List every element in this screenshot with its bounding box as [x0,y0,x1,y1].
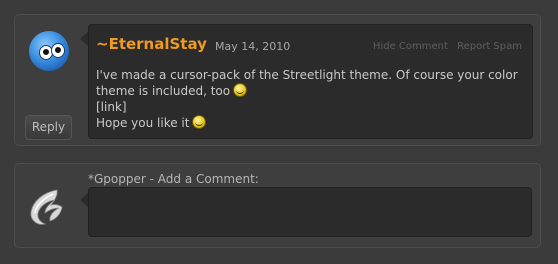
report-spam-link[interactable]: Report Spam [457,41,522,52]
user-avatar[interactable] [25,27,75,77]
comment-bubble: ~EternalStay May 14, 2010 Hide Comment R… [88,24,533,139]
add-comment-title: *Gpopper - Add a Comment: [88,172,259,186]
avatar-body [29,31,69,71]
comment-input[interactable] [88,187,532,237]
grin-smiley-icon [233,83,248,97]
comment-body: I've made a cursor-pack of the Streetlig… [96,67,526,131]
comment-date: May 14, 2010 [215,40,291,53]
comment-line: I've made a cursor-pack of the Streetlig… [96,68,518,98]
hide-comment-link[interactable]: Hide Comment [373,41,448,52]
comment-line: [link] [96,99,526,115]
reply-button[interactable]: Reply [25,115,72,140]
wink-smiley-icon [192,115,207,129]
comment-actions: Hide Comment Report Spam [367,41,522,52]
avatar-eye-right [51,43,65,58]
comment-panel: Reply ~EternalStay May 14, 2010 Hide Com… [14,14,541,146]
comment-link[interactable]: [link] [96,100,127,114]
user-logo-icon [23,186,67,230]
comment-author-link[interactable]: ~EternalStay [96,35,207,53]
add-comment-panel: *Gpopper - Add a Comment: [14,163,541,248]
comment-line: Hope you like it [96,115,526,131]
